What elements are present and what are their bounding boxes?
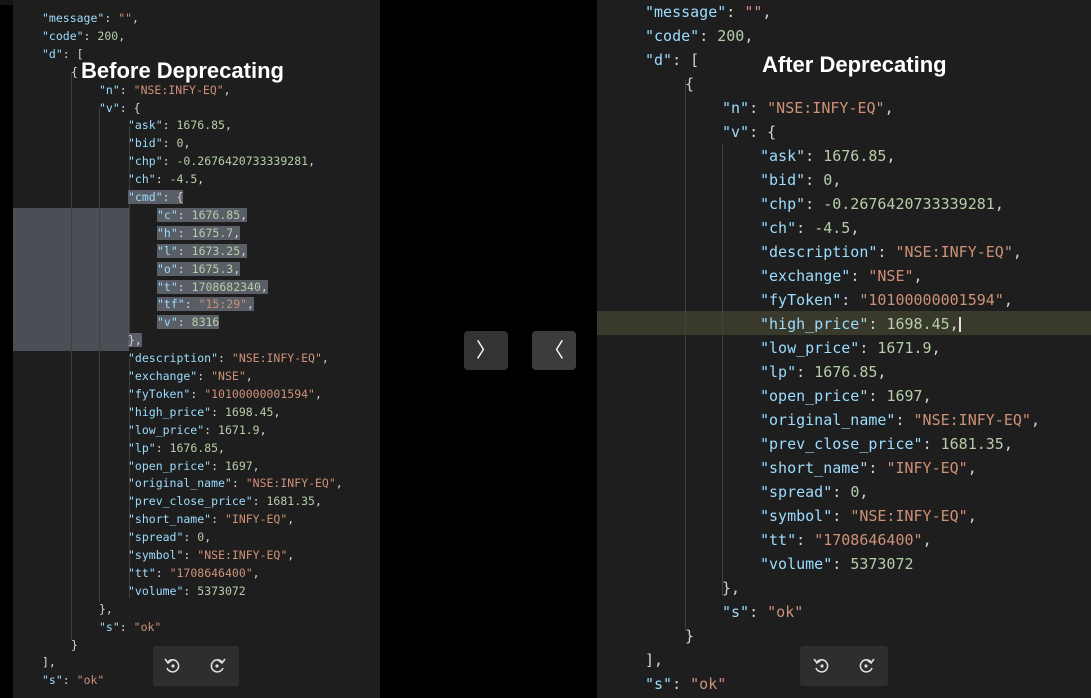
code-line: }, (128, 333, 142, 348)
code-line: "c": 1676.85, (157, 207, 248, 222)
code-line: "open_price": 1697, (760, 387, 932, 405)
code-line: "exchange": "NSE", (760, 267, 923, 285)
code-line: "exchange": "NSE", (128, 369, 253, 383)
code-line: }, (99, 601, 113, 616)
rotate-left-icon[interactable] (809, 653, 835, 679)
code-line: "message": "", (42, 11, 139, 25)
code-line: } (685, 627, 695, 645)
code-line: "bid": 0, (128, 136, 191, 151)
code-line: "s": "ok" (645, 675, 727, 693)
code-line: "t": 1708682340, (157, 279, 268, 294)
code-line: "chp": -0.2676420733339281, (128, 154, 315, 169)
code-line: "o": 1675.3, (157, 261, 241, 276)
text-cursor (958, 317, 961, 332)
code-line: "fyToken": "10100000001594", (760, 291, 1013, 309)
code-line: ], (42, 655, 56, 670)
code-line: "ch": -4.5, (760, 219, 860, 237)
code-line: { (71, 64, 78, 79)
previous-button[interactable]: 〈 (532, 331, 576, 370)
code-line: "code": 200, (645, 27, 754, 45)
rotate-right-icon[interactable] (204, 653, 230, 679)
code-line: { (685, 75, 695, 93)
code-line: "prev_close_price": 1681.35, (760, 435, 1013, 453)
code-line: "original_name": "NSE:INFY-EQ", (128, 476, 343, 491)
code-line: "lp": 1676.85, (760, 363, 887, 381)
code-line: "l": 1673.25, (157, 243, 248, 258)
code-line: "v": 8316 (157, 315, 220, 330)
code-line: "n": "NSE:INFY-EQ", (99, 82, 231, 97)
code-line: "tt": "1708646400", (128, 565, 260, 580)
after-code-panel: "message": "", "code": 200, "d": [ { "n": "N… (597, 0, 1091, 698)
code-line: "bid": 0, (760, 171, 842, 189)
code-line: "prev_close_price": 1681.35, (128, 494, 322, 509)
code-line: "code": 200, (42, 28, 126, 43)
code-line: } (71, 637, 78, 652)
rotate-right-icon[interactable] (853, 653, 879, 679)
before-deprecating-label: Before Deprecating (81, 58, 284, 83)
code-line: "spread": 0, (128, 530, 212, 545)
code-line: "fyToken": "10100000001594", (128, 386, 322, 401)
code-line: "volume": 5373072 (128, 583, 246, 598)
code-line: "low_price": 1671.9, (128, 422, 267, 437)
after-deprecating-label: After Deprecating (762, 52, 947, 77)
code-line: "s": "ok" (42, 673, 105, 688)
code-line: "short_name": "INFY-EQ", (760, 459, 977, 477)
code-line: "d": [ (42, 46, 84, 61)
code-line: "n": "NSE:INFY-EQ", (722, 99, 894, 117)
code-line: "ch": -4.5, (128, 172, 205, 187)
indent-guide (99, 108, 100, 602)
code-line: "spread": 0, (760, 483, 869, 501)
code-line: ], (645, 651, 664, 669)
rotate-left-icon[interactable] (160, 653, 186, 679)
indent-guide (685, 80, 686, 630)
code-line: "d": [ (645, 51, 700, 69)
code-line: "message": "", (645, 3, 772, 21)
code-line: "v": { (722, 123, 777, 141)
code-line: "high_price": 1698.45, (760, 315, 961, 333)
before-code-panel: "message": "", "code": 200, "d": [ { "n": "N… (13, 0, 380, 698)
code-line: "h": 1675.7, (157, 225, 241, 240)
indent-guide (71, 72, 72, 640)
code-line: "high_price": 1698.45, (128, 404, 281, 419)
image-rotate-toolbar (800, 646, 888, 686)
code-line: "tf": "15:29", (157, 297, 254, 312)
code-line: }, (722, 579, 741, 597)
code-line: "cmd": { (128, 190, 184, 204)
code-line: "tt": "1708646400", (760, 531, 932, 549)
code-line: "ask": 1676.85, (760, 147, 896, 165)
code-line: "description": "NSE:INFY-EQ", (128, 351, 329, 366)
code-line: "short_name": "INFY-EQ", (128, 512, 295, 527)
code-line: "s": "ok" (722, 603, 804, 621)
code-line: "open_price": 1697, (128, 458, 260, 473)
code-line: "symbol": "NSE:INFY-EQ", (760, 507, 977, 525)
code-line: "chp": -0.2676420733339281, (760, 195, 1004, 213)
code-line: "description": "NSE:INFY-EQ", (760, 243, 1022, 261)
next-button[interactable]: 〉 (464, 331, 508, 370)
code-line: "v": { (99, 100, 141, 115)
code-line: "s": "ok" (99, 619, 162, 634)
code-line: "ask": 1676.85, (128, 118, 232, 133)
code-line: "low_price": 1671.9, (760, 339, 941, 357)
code-line: "volume": 5373072 (760, 555, 914, 573)
code-line: "symbol": "NSE:INFY-EQ", (128, 548, 295, 562)
code-line: "lp": 1676.85, (128, 440, 225, 455)
indent-guide (722, 144, 723, 596)
image-rotate-toolbar (153, 646, 239, 686)
code-line: "original_name": "NSE:INFY-EQ", (760, 411, 1040, 429)
